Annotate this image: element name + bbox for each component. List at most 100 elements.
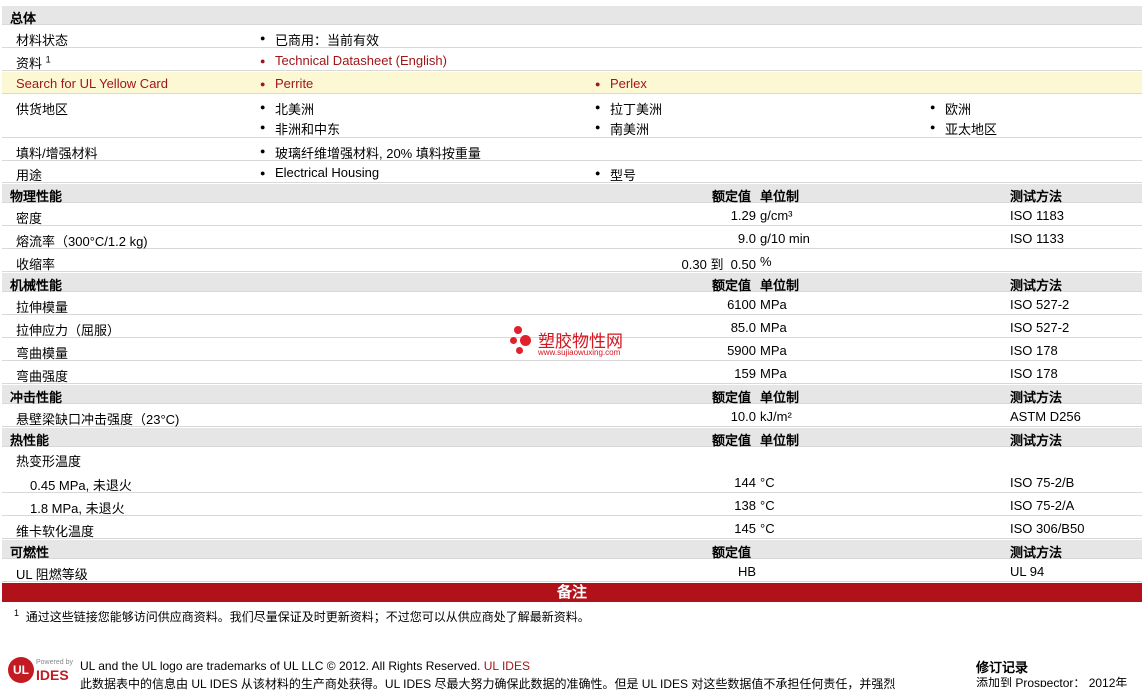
watermark-url: www.sujiaowuxing.com <box>538 348 621 357</box>
row-value: 0.30 到 0.50 <box>681 257 756 272</box>
row-label: 填料/增强材料 <box>16 146 98 161</box>
row-label: 1.8 MPa, 未退火 <box>30 501 125 516</box>
section-title: 机械性能 <box>10 278 63 293</box>
row-value: 145 <box>734 521 756 536</box>
row-method: ASTM D256 <box>1010 409 1081 424</box>
row-method: ISO 306/B50 <box>1010 521 1085 536</box>
row-method: ISO 75-2/B <box>1010 475 1075 490</box>
row-uses: 用途 Electrical Housing 型号 <box>2 162 1142 183</box>
row-unit: MPa <box>760 297 787 312</box>
region-item: 南美洲 <box>595 119 649 138</box>
header-unit: 单位制 <box>760 433 800 448</box>
header-unit: 单位制 <box>760 189 800 204</box>
row-unit: °C <box>760 475 775 490</box>
row-value: 玻璃纤维增强材料, 20% 填料按重量 <box>260 143 481 162</box>
region-item: 拉丁美洲 <box>595 99 662 118</box>
table-row: 维卡软化温度 145 °C ISO 306/B50 <box>2 517 1142 539</box>
row-method: ISO 527-2 <box>1010 297 1070 312</box>
section-mechanical-header: 机械性能 额定值 单位制 测试方法 <box>2 273 1142 293</box>
row-label: 弯曲强度 <box>16 369 69 384</box>
row-unit: °C <box>760 521 775 536</box>
row-label: 资料 1 <box>16 54 51 71</box>
header-nominal: 额定值 <box>712 390 752 405</box>
row-label: 供货地区 <box>16 102 69 117</box>
ul-logo-icon: UL <box>8 657 34 683</box>
header-method: 测试方法 <box>1010 545 1063 560</box>
row-value: 10.0 <box>730 409 756 424</box>
row-value: 138 <box>734 498 756 513</box>
row-value: HB <box>737 564 756 579</box>
section-title: 热性能 <box>10 433 50 448</box>
row-method: ISO 1183 <box>1010 208 1064 223</box>
section-impact-header: 冲击性能 额定值 单位制 测试方法 <box>2 385 1142 405</box>
row-method: ISO 178 <box>1010 366 1058 381</box>
header-nominal: 额定值 <box>712 545 752 560</box>
table-row: 拉伸模量 6100 MPa ISO 527-2 <box>2 293 1142 315</box>
notes-header: 备注 <box>2 583 1142 602</box>
watermark-dot-icon <box>520 335 531 346</box>
header-method: 测试方法 <box>1010 390 1063 405</box>
row-unit: °C <box>760 498 775 513</box>
section-title: 物理性能 <box>10 189 63 204</box>
table-row: 密度 1.29 g/cm³ ISO 1183 <box>2 204 1142 226</box>
watermark-dot-icon <box>510 337 517 344</box>
header-method: 测试方法 <box>1010 189 1063 204</box>
row-value: 5900 <box>727 343 756 358</box>
row-method: ISO 1133 <box>1010 231 1064 246</box>
watermark-dot-icon <box>516 347 523 354</box>
row-label: 0.45 MPa, 未退火 <box>30 478 132 493</box>
row-unit: MPa <box>760 343 787 358</box>
row-label: 维卡软化温度 <box>16 524 95 539</box>
perrite-link[interactable]: Perrite <box>260 76 313 91</box>
row-regions: 供货地区 北美洲 拉丁美洲 欧洲 非洲和中东 南美洲 亚太地区 <box>2 95 1142 138</box>
section-title: 可燃性 <box>10 545 50 560</box>
ul-ides-link[interactable]: UL IDES <box>484 659 530 673</box>
table-row: 弯曲强度 159 MPa ISO 178 <box>2 362 1142 384</box>
header-nominal: 额定值 <box>712 278 752 293</box>
row-label: 悬壁梁缺口冲击强度（23°C) <box>16 412 180 427</box>
use-item: 型号 <box>595 165 636 184</box>
row-unit: kJ/m² <box>760 409 792 424</box>
table-row: 收缩率 0.30 到 0.50 % <box>2 250 1142 272</box>
region-item: 非洲和中东 <box>260 119 340 138</box>
region-item: 北美洲 <box>260 99 314 118</box>
table-row: 1.8 MPa, 未退火 138 °C ISO 75-2/A <box>2 494 1142 516</box>
technical-datasheet-link[interactable]: Technical Datasheet (English) <box>260 53 447 68</box>
row-unit: % <box>760 254 772 269</box>
header-nominal: 额定值 <box>712 189 752 204</box>
use-item: Electrical Housing <box>260 165 379 180</box>
table-row: 熔流率（300°C/1.2 kg) 9.0 g/10 min ISO 1133 <box>2 227 1142 249</box>
row-value: 159 <box>734 366 756 381</box>
row-unit: g/cm³ <box>760 208 793 223</box>
logo-ides: IDES <box>36 667 69 683</box>
row-label: 熔流率（300°C/1.2 kg) <box>16 234 148 249</box>
row-value: 1.29 <box>730 208 756 223</box>
row-unit: g/10 min <box>760 231 810 246</box>
section-title: 总体 <box>10 11 37 26</box>
footnote: 1 通过这些链接您能够访问供应商资料。我们尽量保证及时更新资料；不过您可以从供应… <box>14 608 590 624</box>
header-method: 测试方法 <box>1010 433 1063 448</box>
header-nominal: 额定值 <box>712 433 752 448</box>
section-general-header: 总体 <box>2 6 1142 26</box>
section-thermal-header: 热性能 额定值 单位制 测试方法 <box>2 428 1142 448</box>
section-flammability-header: 可燃性 额定值 测试方法 <box>2 540 1142 560</box>
header-method: 测试方法 <box>1010 278 1063 293</box>
disclaimer-text: 此数据表中的信息由 UL IDES 从该材料的生产商处获得。UL IDES 尽最… <box>80 677 896 691</box>
table-row: UL 阻燃等级 HB UL 94 <box>2 560 1142 582</box>
row-label: 拉伸应力（屈服） <box>16 323 121 338</box>
footer: UL Powered by IDES UL and the UL logo ar… <box>0 645 1142 691</box>
row-value: 9.0 <box>737 231 756 246</box>
row-method: ISO 75-2/A <box>1010 498 1075 513</box>
perlex-link[interactable]: Perlex <box>595 76 647 91</box>
row-yellow-card: Search for UL Yellow Card Perrite Perlex <box>2 72 1142 94</box>
table-row-group: 热变形温度 <box>2 448 1142 470</box>
revision-panel: 修订记录 添加到 Prospector： 2012年 <box>960 655 1142 687</box>
row-method: ISO 178 <box>1010 343 1058 358</box>
row-unit: MPa <box>760 320 787 335</box>
row-label: 用途 <box>16 168 43 183</box>
row-label: 密度 <box>16 211 43 226</box>
row-label: 材料状态 <box>16 33 69 48</box>
row-documents: 资料 1 Technical Datasheet (English) <box>2 49 1142 71</box>
table-row: 0.45 MPa, 未退火 144 °C ISO 75-2/B <box>2 471 1142 493</box>
region-item: 亚太地区 <box>930 119 997 138</box>
